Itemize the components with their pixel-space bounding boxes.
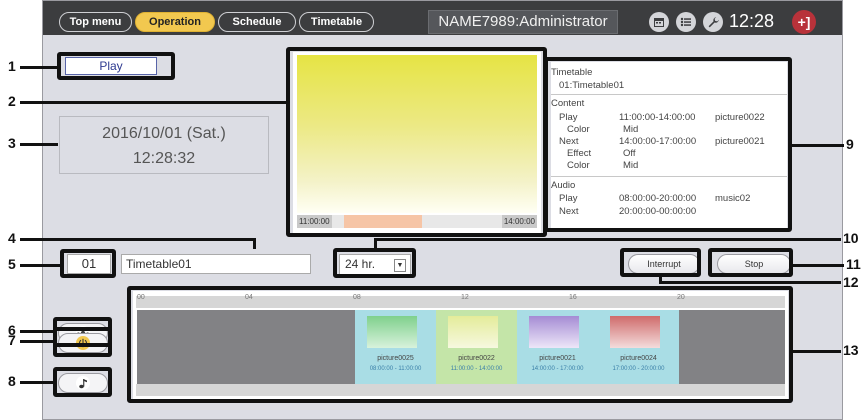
- callout-line: [20, 340, 53, 343]
- callout-4: 4: [8, 230, 16, 246]
- callout-box-5: [60, 249, 116, 278]
- callout-line: [792, 144, 844, 147]
- callout-box-2: [286, 47, 547, 237]
- callout-box-9: [544, 57, 792, 232]
- callout-line: [253, 238, 256, 249]
- callout-box-12: [620, 248, 701, 277]
- date-text: 2016/10/01 (Sat.): [102, 125, 226, 142]
- callout-line: [20, 66, 57, 69]
- callout-12: 12: [843, 274, 859, 290]
- callout-line: [793, 264, 844, 267]
- callout-7: 7: [8, 332, 16, 348]
- callout-11: 11: [846, 256, 861, 272]
- tab-timetable[interactable]: Timetable: [299, 12, 374, 32]
- list-icon[interactable]: [676, 12, 696, 32]
- callout-box-7: [53, 327, 112, 357]
- callout-8: 8: [8, 373, 16, 389]
- tab-operation[interactable]: Operation: [135, 12, 215, 32]
- callout-13: 13: [843, 342, 859, 358]
- callout-box-8: [53, 367, 112, 397]
- callout-line: [793, 350, 841, 353]
- callout-9: 9: [846, 136, 854, 152]
- top-bar: Top menu Operation Schedule Timetable NA…: [43, 1, 842, 35]
- timetable-name: Timetable01: [121, 254, 311, 274]
- callout-box-1: [57, 52, 175, 80]
- time-text: 12:28:32: [132, 150, 196, 167]
- callout-line: [374, 238, 841, 241]
- callout-box-13: [127, 286, 793, 403]
- callout-2: 2: [8, 93, 16, 109]
- callout-line: [374, 238, 377, 248]
- callout-line: [20, 143, 58, 146]
- callout-10: 10: [843, 230, 859, 246]
- callout-3: 3: [8, 135, 16, 151]
- tab-schedule[interactable]: Schedule: [218, 12, 296, 32]
- callout-line: [20, 101, 286, 104]
- callout-box-11: [708, 248, 793, 277]
- callout-line: [20, 264, 60, 267]
- calendar-icon[interactable]: [649, 12, 669, 32]
- date-time-display: 2016/10/01 (Sat.) 12:28:32: [59, 116, 269, 174]
- exit-icon[interactable]: +]: [792, 10, 816, 34]
- user-display: NAME7989:Administrator: [428, 10, 618, 34]
- callout-box-10: [333, 248, 416, 278]
- callout-line: [20, 381, 53, 384]
- callout-1: 1: [8, 58, 16, 74]
- callout-line: [20, 238, 256, 241]
- wrench-icon[interactable]: [703, 12, 723, 32]
- tab-top-menu[interactable]: Top menu: [59, 12, 132, 32]
- callout-line: [659, 281, 841, 284]
- callout-line: [20, 330, 53, 333]
- clock-display: 12:28: [729, 11, 775, 31]
- callout-5: 5: [8, 256, 16, 272]
